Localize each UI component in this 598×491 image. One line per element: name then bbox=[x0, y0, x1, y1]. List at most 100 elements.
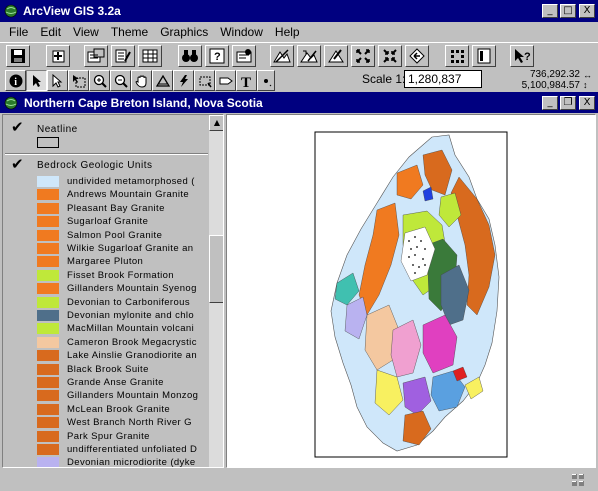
legend-label: Park Spur Granite bbox=[67, 430, 150, 442]
legend-item: McLean Brook Granite bbox=[37, 403, 208, 416]
area-of-interest-icon[interactable] bbox=[194, 70, 215, 91]
menu-theme[interactable]: Theme bbox=[105, 25, 154, 39]
legend-label: Wilkie Sugarloaf Granite an bbox=[67, 243, 194, 254]
bedrock-checkbox-icon[interactable]: ✔ bbox=[11, 155, 24, 173]
legend-label: Sugarloaf Granite bbox=[67, 216, 149, 228]
x-coordinate: 736,292.32 bbox=[529, 69, 580, 80]
legend-item: Park Spur Granite bbox=[37, 430, 208, 443]
svg-text:?: ? bbox=[524, 51, 531, 63]
label-tool-icon[interactable] bbox=[215, 70, 236, 91]
legend-swatch bbox=[37, 323, 59, 335]
legend-item: Salmon Pool Granite bbox=[37, 229, 208, 242]
toc-vertical-scrollbar[interactable]: ▲ bbox=[209, 115, 223, 467]
legend-swatch bbox=[37, 444, 59, 455]
view-restore-button[interactable]: ❐ bbox=[560, 95, 576, 110]
maximize-button[interactable]: □ bbox=[560, 4, 576, 18]
view-close-button[interactable]: X bbox=[579, 95, 595, 110]
pan-hand-icon[interactable] bbox=[131, 70, 152, 91]
open-table-icon[interactable] bbox=[138, 45, 162, 67]
select-feature-icon[interactable] bbox=[68, 70, 89, 91]
zoom-to-selected-icon[interactable] bbox=[324, 45, 348, 67]
legend-label: Devonian to Carboniferous bbox=[67, 296, 191, 308]
zoom-to-full-extent-icon[interactable] bbox=[270, 45, 294, 67]
legend-swatch bbox=[37, 283, 59, 295]
menu-graphics[interactable]: Graphics bbox=[154, 25, 214, 39]
zoom-previous-icon[interactable] bbox=[405, 45, 429, 67]
save-icon[interactable] bbox=[6, 45, 30, 67]
legend-swatch bbox=[37, 296, 59, 308]
hotlink-bolt-icon[interactable] bbox=[173, 70, 194, 91]
edit-legend-icon[interactable] bbox=[111, 45, 135, 67]
legend-label: Devonian mylonite and chlo bbox=[67, 310, 195, 321]
legend-swatch bbox=[37, 202, 59, 214]
help-pointer-icon[interactable]: ? bbox=[510, 45, 534, 67]
vertex-edit-icon[interactable] bbox=[47, 70, 68, 91]
legend-item: Devonian to Carboniferous bbox=[37, 296, 208, 309]
zoom-to-active-themes-icon[interactable] bbox=[297, 45, 321, 67]
text-tool-icon[interactable]: T bbox=[236, 70, 257, 91]
menu-file[interactable]: File bbox=[3, 25, 34, 39]
legend-swatch bbox=[37, 430, 59, 442]
resize-grip-icon[interactable] bbox=[570, 472, 586, 488]
find-binoculars-icon[interactable] bbox=[178, 45, 202, 67]
button-bar: ? ? bbox=[0, 42, 598, 68]
legend-item: MacMillan Mountain volcani bbox=[37, 322, 208, 335]
zoom-in-icon[interactable] bbox=[89, 70, 110, 91]
locate-address-icon[interactable] bbox=[232, 45, 256, 67]
legend-item: Margaree Pluton bbox=[37, 255, 208, 268]
menu-window[interactable]: Window bbox=[214, 25, 269, 39]
legend-label: Black Brook Suite bbox=[67, 363, 149, 375]
menu-help[interactable]: Help bbox=[269, 25, 306, 39]
menu-view[interactable]: View bbox=[67, 25, 105, 39]
legend-item: Pleasant Bay Granite bbox=[37, 202, 208, 215]
draw-point-icon[interactable] bbox=[257, 70, 275, 91]
view-minimize-button[interactable]: _ bbox=[542, 95, 558, 110]
neatline-symbol bbox=[37, 137, 59, 148]
minimize-button[interactable]: _ bbox=[542, 4, 558, 18]
legend-swatch bbox=[37, 176, 59, 187]
legend-label: Gillanders Mountain Syenog bbox=[67, 283, 197, 295]
scale-input[interactable]: 1,280,837 bbox=[404, 70, 482, 88]
theme-neatline-name[interactable]: Neatline bbox=[37, 124, 78, 135]
geologic-map[interactable] bbox=[227, 115, 595, 467]
scroll-up-arrow-icon[interactable]: ▲ bbox=[209, 115, 223, 131]
neatline-checkbox-icon[interactable]: ✔ bbox=[11, 118, 24, 136]
measure-icon[interactable] bbox=[152, 70, 173, 91]
view-window-title-bar[interactable]: Northern Cape Breton Island, Nova Scotia… bbox=[0, 92, 598, 113]
legend-item: Black Brook Suite bbox=[37, 363, 208, 376]
theme-properties-icon[interactable] bbox=[84, 45, 108, 67]
legend-label: Cameron Brook Megacrystic bbox=[67, 336, 197, 348]
select-features-grid-icon[interactable] bbox=[445, 45, 469, 67]
legend-item: Gillanders Mountain Syenog bbox=[37, 282, 208, 295]
scroll-thumb[interactable] bbox=[209, 235, 223, 303]
legend-item: Sugarloaf Granite bbox=[37, 215, 208, 228]
view-globe-icon bbox=[3, 95, 19, 111]
legend-swatch bbox=[37, 189, 59, 201]
legend-item: Devonian microdiorite (dyke bbox=[37, 456, 208, 467]
legend-item: undifferentiated unfoliated D bbox=[37, 443, 208, 456]
theme-bedrock-name[interactable]: Bedrock Geologic Units bbox=[37, 160, 153, 171]
legend-label: Pleasant Bay Granite bbox=[67, 202, 165, 214]
theme-divider-highlight bbox=[5, 154, 208, 155]
coordinates-readout: 736,292.32 5,100,984.57 bbox=[500, 69, 580, 91]
legend-item: Lake Ainslie Granodiorite an bbox=[37, 349, 208, 362]
map-display[interactable] bbox=[226, 114, 596, 468]
legend-swatch bbox=[37, 377, 59, 388]
pointer-icon[interactable] bbox=[26, 70, 47, 91]
legend-item: Fisset Brook Formation bbox=[37, 269, 208, 282]
query-builder-icon[interactable]: ? bbox=[205, 45, 229, 67]
legend-swatch bbox=[37, 457, 59, 467]
legend-swatch bbox=[37, 350, 59, 362]
zoom-out-fixed-icon[interactable] bbox=[378, 45, 402, 67]
close-button[interactable]: X bbox=[579, 4, 595, 18]
menu-bar: File Edit View Theme Graphics Window Hel… bbox=[0, 22, 598, 42]
legend-swatch bbox=[37, 390, 59, 402]
add-theme-icon[interactable] bbox=[46, 45, 70, 67]
app-title-bar[interactable]: ArcView GIS 3.2a _ □ X bbox=[0, 0, 598, 22]
layout-page-icon[interactable] bbox=[472, 45, 496, 67]
identify-icon[interactable]: i bbox=[5, 70, 26, 91]
zoom-out-icon[interactable] bbox=[110, 70, 131, 91]
menu-edit[interactable]: Edit bbox=[34, 25, 67, 39]
zoom-in-fixed-icon[interactable] bbox=[351, 45, 375, 67]
view-title: Northern Cape Breton Island, Nova Scotia bbox=[24, 95, 263, 110]
